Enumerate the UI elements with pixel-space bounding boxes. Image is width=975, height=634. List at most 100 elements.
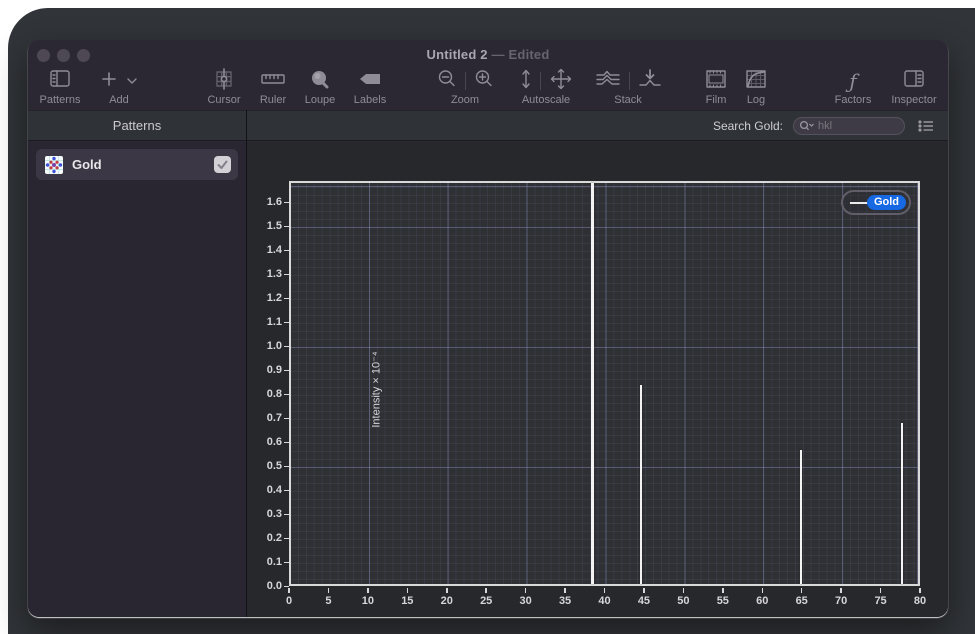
y-tick-label: 0.1 [248,556,282,568]
y-tick-label: 0.5 [248,460,282,472]
x-tick-mark [407,588,409,593]
x-tick-mark [446,588,448,593]
factors-button[interactable]: ƒ Factors [827,68,879,106]
divider [540,72,541,90]
zoom-out-button[interactable] [437,69,457,94]
log-button[interactable]: Log [736,68,776,106]
legend[interactable]: Gold [841,190,911,215]
unstack-button[interactable] [638,68,662,95]
app-window: Untitled 2 — Edited Patterns [28,40,948,617]
x-tick-label: 5 [311,595,345,607]
x-tick-label: 75 [864,595,898,607]
y-tick-label: 0.3 [248,508,282,520]
x-tick-mark [762,588,764,593]
x-tick-label: 10 [351,595,385,607]
film-strip-icon [705,69,727,94]
hkl-list-button[interactable] [918,120,934,132]
y-tick-mark [284,370,289,372]
search-field[interactable] [793,117,905,135]
search-input[interactable] [818,120,899,132]
y-tick-mark [284,394,289,396]
x-tick-label: 0 [272,595,306,607]
y-tick-label: 0.8 [248,388,282,400]
x-tick-mark [919,588,921,593]
x-tick-label: 80 [903,595,937,607]
y-tick-label: 0.0 [248,580,282,592]
y-tick-label: 1.1 [248,316,282,328]
x-tick-label: 15 [390,595,424,607]
pattern-name: Gold [72,157,214,172]
y-tick-mark [284,442,289,444]
legend-series-badge: Gold [867,195,906,210]
x-tick-mark [525,588,527,593]
stack-patterns-icon[interactable] [595,68,621,95]
x-tick-label: 50 [666,595,700,607]
diffraction-peak[interactable] [591,183,594,584]
x-tick-mark [485,588,487,593]
desktop-background: Untitled 2 — Edited Patterns [8,8,975,634]
pattern-visibility-checkbox[interactable] [214,156,231,173]
y-tick-mark [284,274,289,276]
zoom-in-button[interactable] [474,69,494,94]
x-tick-label: 40 [588,595,622,607]
ruler-button[interactable]: Ruler [249,68,297,106]
screen: Untitled 2 — Edited Patterns [0,0,975,634]
y-tick-mark [284,514,289,516]
inspector-button[interactable]: Inspector [883,68,945,106]
divider [629,72,630,90]
search-row: Search Gold: [247,111,948,140]
autoscale-vertical-button[interactable] [520,68,532,95]
ruler-icon [261,72,285,91]
x-tick-label: 30 [509,595,543,607]
autoscale-group: Autoscale [500,68,592,106]
x-tick-label: 45 [627,595,661,607]
x-tick-label: 70 [824,595,858,607]
document-name: Untitled 2 [427,47,488,62]
title-bar[interactable]: Untitled 2 — Edited [28,40,948,66]
window-title: Untitled 2 — Edited [28,47,948,62]
divider [465,72,466,90]
plot-area[interactable] [289,181,920,586]
x-tick-label: 55 [706,595,740,607]
y-tick-mark [284,202,289,204]
x-tick-label: 25 [469,595,503,607]
pattern-list-item-gold[interactable]: Gold [36,149,238,180]
log-scale-icon [745,69,767,94]
patterns-sidebar: Gold [28,142,246,617]
plus-icon [101,71,117,92]
x-tick-label: 35 [548,595,582,607]
edited-indicator: — Edited [492,47,550,62]
zoom-group: Zoom [422,68,508,106]
y-tick-mark [284,298,289,300]
y-tick-label: 1.2 [248,292,282,304]
film-button[interactable]: Film [696,68,736,106]
autoscale-all-button[interactable] [549,67,573,96]
y-tick-mark [284,490,289,492]
diffraction-peak[interactable] [901,423,903,584]
y-tick-label: 1.5 [248,220,282,232]
x-tick-label: 60 [745,595,779,607]
diffraction-peak[interactable] [640,385,642,584]
y-tick-mark [284,346,289,348]
inspector-panel-icon [903,69,925,94]
sidebar-header: Patterns [28,111,246,140]
y-tick-label: 1.0 [248,340,282,352]
search-scope-button[interactable] [799,120,815,132]
stack-group: Stack [590,68,666,106]
x-tick-mark [564,588,566,593]
crystal-structure-icon [45,156,63,174]
cursor-icon [214,68,234,95]
diffraction-peak[interactable] [800,450,802,584]
patterns-button[interactable]: Patterns [34,68,86,106]
patterns-panel-icon [49,69,71,94]
labels-button[interactable]: Labels [344,68,396,106]
y-tick-label: 0.9 [248,364,282,376]
y-tick-label: 0.4 [248,484,282,496]
loupe-button[interactable]: Loupe [296,68,344,106]
add-button[interactable]: Add [90,68,148,106]
x-tick-mark [328,588,330,593]
x-tick-mark [288,588,290,593]
cursor-button[interactable]: Cursor [198,68,250,106]
x-tick-mark [643,588,645,593]
y-tick-mark [284,322,289,324]
